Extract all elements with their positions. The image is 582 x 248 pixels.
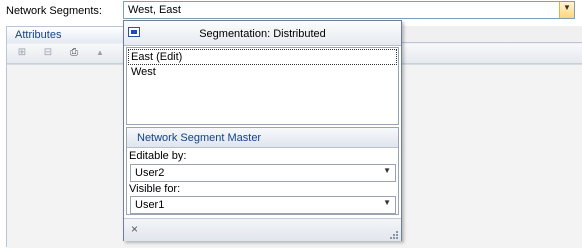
segmentation-popup: Segmentation: Distributed East (Edit) We… <box>123 20 402 241</box>
print-icon[interactable]: ⎙ <box>67 47 81 59</box>
list-item[interactable]: West <box>129 65 156 79</box>
chevron-down-icon: ▼ <box>383 198 391 207</box>
editable-by-label: Editable by: <box>129 150 187 162</box>
resize-grip-icon[interactable] <box>390 231 398 239</box>
editable-by-select[interactable]: User2 ▼ <box>130 164 396 182</box>
chevron-down-icon: ▼ <box>383 166 391 175</box>
close-icon[interactable]: × <box>131 222 138 236</box>
tab-attributes[interactable]: Attributes <box>6 26 124 43</box>
chevron-down-icon: ▼ <box>563 3 571 12</box>
popup-header: Segmentation: Distributed <box>124 21 401 46</box>
popup-title: Segmentation: Distributed <box>199 28 326 40</box>
visible-for-value: User1 <box>135 199 165 211</box>
visible-for-label: Visible for: <box>129 183 181 195</box>
segment-master-panel: Network Segment Master Editable by: User… <box>126 127 399 215</box>
collapse-icon[interactable]: ▲ <box>93 47 107 59</box>
network-segments-combo[interactable]: West, East ▼ <box>123 1 575 19</box>
columns-icon[interactable]: ⊟ <box>41 47 55 59</box>
network-segments-label: Network Segments: <box>6 5 102 17</box>
list-item[interactable]: East (Edit) <box>128 49 397 65</box>
segment-master-title: Network Segment Master <box>137 132 262 144</box>
network-segments-value: West, East <box>128 4 181 16</box>
dropdown-button[interactable]: ▼ <box>559 2 574 18</box>
visible-for-select[interactable]: User1 ▼ <box>130 196 396 214</box>
filter-icon[interactable]: ⊞ <box>15 47 29 59</box>
tab-attributes-label: Attributes <box>15 29 62 41</box>
segment-list: East (Edit) West <box>126 47 399 125</box>
segment-master-header: Network Segment Master <box>127 128 398 148</box>
editable-by-value: User2 <box>135 167 165 179</box>
popup-footer: × <box>124 218 401 241</box>
